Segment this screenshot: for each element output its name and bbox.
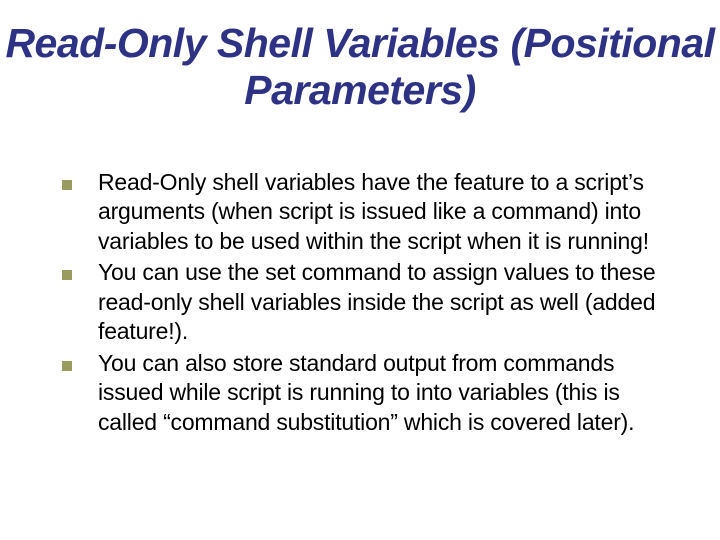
slide: Read-Only Shell Variables (Positional Pa… xyxy=(0,0,720,540)
bullet-icon xyxy=(62,180,72,190)
list-item: You can also store standard output from … xyxy=(62,349,682,437)
list-item: Read-Only shell variables have the featu… xyxy=(62,168,682,256)
bullet-text: You can use the set command to assign va… xyxy=(98,258,682,346)
slide-body: Read-Only shell variables have the featu… xyxy=(62,168,682,439)
slide-title: Read-Only Shell Variables (Positional Pa… xyxy=(0,20,720,114)
bullet-icon xyxy=(62,361,72,371)
bullet-icon xyxy=(62,270,72,280)
bullet-text: You can also store standard output from … xyxy=(98,349,682,437)
list-item: You can use the set command to assign va… xyxy=(62,258,682,346)
bullet-text: Read-Only shell variables have the featu… xyxy=(98,168,682,256)
